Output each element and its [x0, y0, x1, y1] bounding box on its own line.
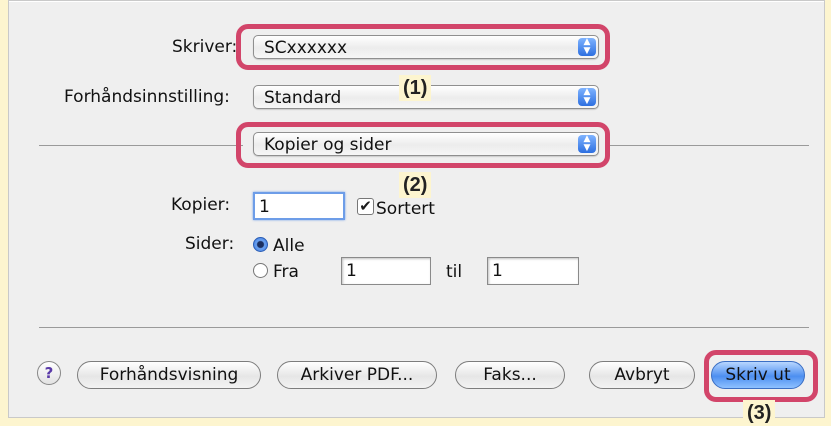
pages-all-radio[interactable]: [253, 237, 268, 252]
pages-all-label: Alle: [273, 236, 305, 256]
pages-to-label: til: [446, 262, 463, 282]
pages-label: Sider:: [185, 234, 235, 254]
print-dialog: Skriver: SCxxxxxx ▲ ▼ Forhåndsinnstilling…: [8, 0, 825, 418]
separator-bottom: [39, 327, 809, 328]
popup-arrows-icon: ▲ ▼: [578, 38, 596, 56]
separator-right: [609, 145, 809, 146]
save-pdf-button[interactable]: Arkiver PDF...: [277, 361, 437, 389]
copies-field[interactable]: 1: [253, 192, 345, 220]
preset-value: Standard: [264, 88, 342, 108]
print-button[interactable]: Skriv ut: [711, 361, 805, 389]
panel-popup[interactable]: Kopier og sider ▲ ▼: [253, 132, 599, 156]
callout-2: (2): [399, 172, 432, 198]
pages-to-field[interactable]: 1: [487, 257, 579, 285]
popup-arrows-icon: ▲ ▼: [578, 135, 596, 153]
cancel-button[interactable]: Avbryt: [589, 361, 695, 389]
help-button[interactable]: ?: [37, 361, 61, 385]
pages-from-label: Fra: [273, 262, 299, 282]
collate-label: Sortert: [376, 199, 435, 219]
copies-label: Kopier:: [171, 195, 231, 215]
separator-left: [39, 145, 243, 146]
pages-from-radio[interactable]: [253, 263, 268, 278]
pages-from-field[interactable]: 1: [341, 257, 431, 285]
popup-arrows-icon: ▲ ▼: [578, 88, 596, 106]
printer-value: SCxxxxxx: [264, 38, 348, 58]
printer-popup[interactable]: SCxxxxxx ▲ ▼: [253, 35, 599, 59]
fax-button[interactable]: Faks...: [455, 361, 565, 389]
collate-checkbox[interactable]: ✔: [357, 198, 374, 215]
preset-label: Forhåndsinnstilling:: [64, 87, 230, 107]
printer-label: Skriver:: [172, 37, 238, 57]
panel-value: Kopier og sider: [264, 135, 392, 155]
callout-3: (3): [743, 400, 776, 426]
preview-button[interactable]: Forhåndsvisning: [77, 361, 261, 389]
callout-1: (1): [399, 75, 432, 101]
